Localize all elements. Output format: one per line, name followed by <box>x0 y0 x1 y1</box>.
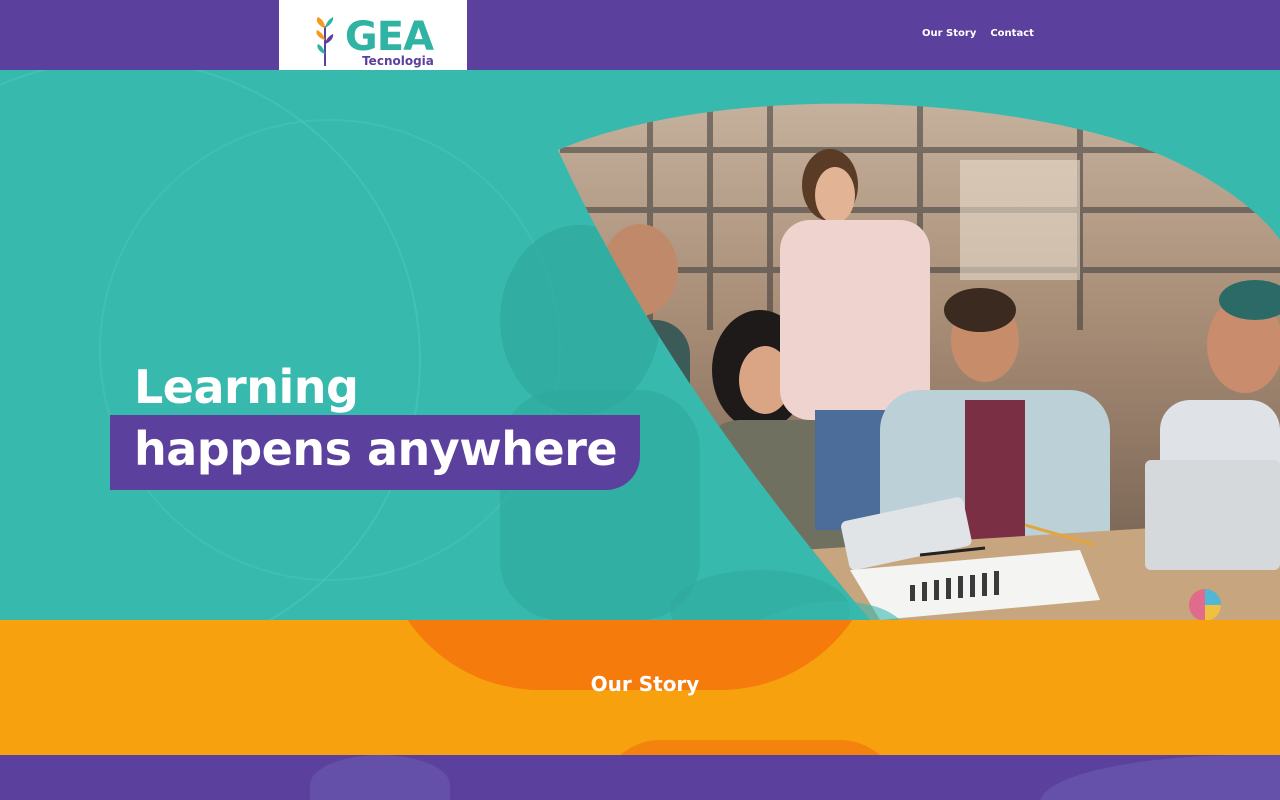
hero-team-photo <box>0 70 1280 620</box>
leaf-sprout-icon <box>316 16 334 66</box>
nav-link-our-story[interactable]: Our Story <box>922 28 976 39</box>
logo-tagline: Tecnologia <box>362 53 434 68</box>
top-navigation-bar: GEA Tecnologia Our Story Contact <box>0 0 1280 83</box>
hero-headline-line2: happens anywhere <box>134 422 618 476</box>
hero-headline-line1: Learning <box>134 360 359 414</box>
decorative-blob <box>600 740 900 755</box>
our-story-section: Our Story <box>0 620 1280 755</box>
logo-wordmark: GEA <box>344 13 434 60</box>
section-title: Our Story <box>590 672 700 696</box>
decorative-shape <box>1040 755 1280 800</box>
bottom-band <box>0 755 1280 800</box>
main-nav: Our Story Contact <box>922 28 1034 39</box>
hero-banner: Learning happens anywhere <box>0 70 1280 620</box>
nav-link-contact[interactable]: Contact <box>990 28 1034 39</box>
decorative-shape <box>310 755 450 800</box>
